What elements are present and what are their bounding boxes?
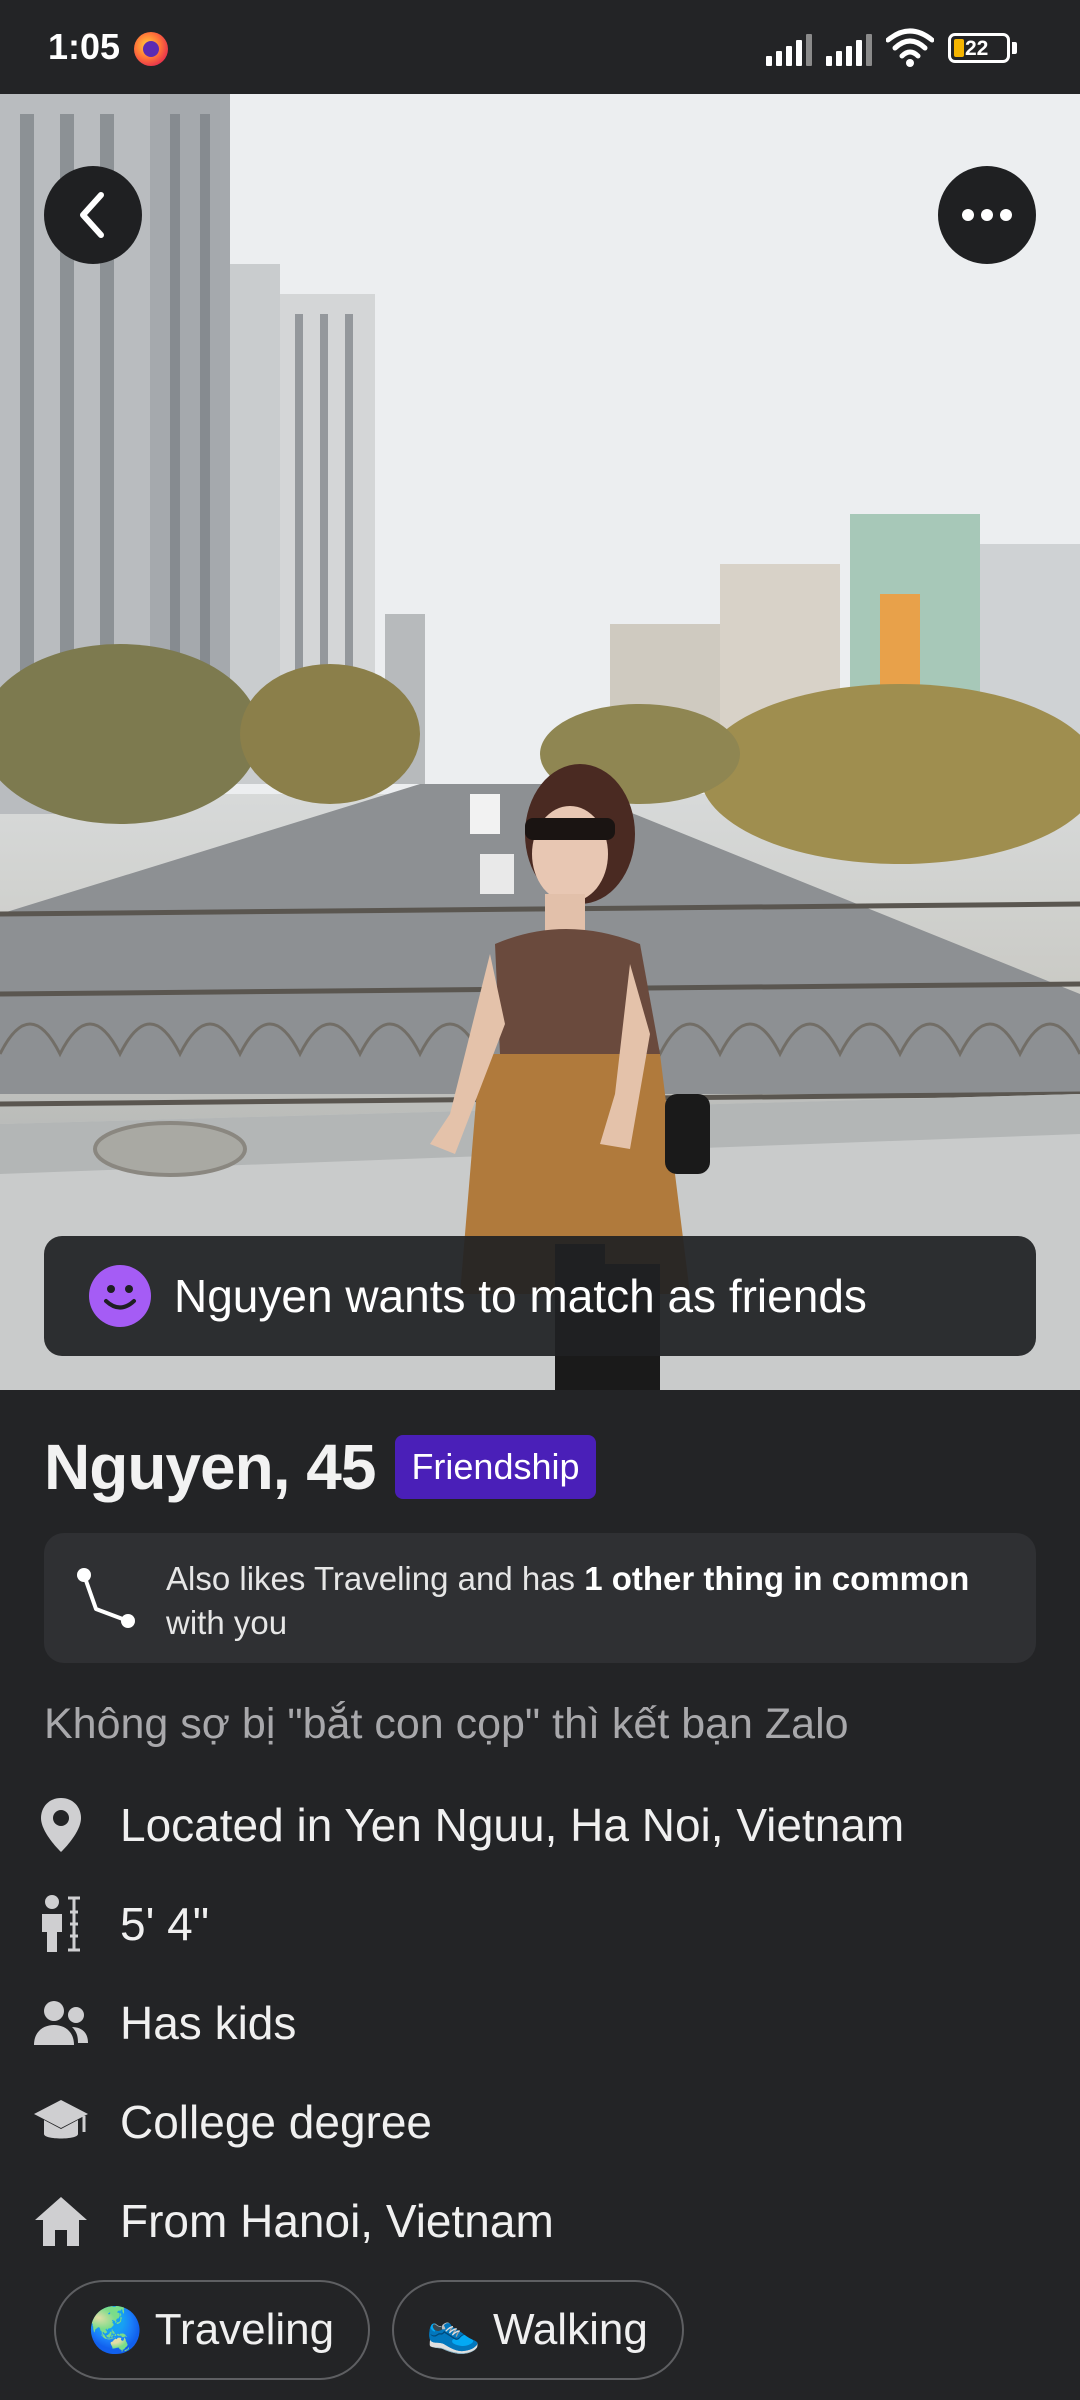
interest-chips: 🌏 Traveling 👟 Walking <box>54 2280 684 2380</box>
wifi-icon <box>886 28 934 67</box>
interest-chip-traveling[interactable]: 🌏 Traveling <box>54 2280 371 2380</box>
battery-level: 22 <box>965 37 989 60</box>
more-options-button[interactable] <box>938 166 1036 264</box>
home-icon <box>30 2190 92 2252</box>
interest-chip-label: Walking <box>492 2305 648 2354</box>
back-button[interactable] <box>44 166 142 264</box>
interest-chip-label: Traveling <box>154 2305 335 2354</box>
more-horizontal-icon <box>962 209 1012 221</box>
profile-name-age: Nguyen, 45 <box>44 1431 376 1503</box>
profile-photo[interactable]: Nguyen wants to match as friends <box>0 94 1080 1390</box>
profile-bio: Không sợ bị "bắt con cọp" thì kết bạn Za… <box>44 1700 849 1748</box>
match-banner: Nguyen wants to match as friends <box>44 1236 1036 1356</box>
battery-tip <box>1012 42 1017 54</box>
match-banner-text: Nguyen wants to match as friends <box>174 1270 867 1322</box>
height-icon <box>30 1893 92 1955</box>
detail-location-text: Located in Yen Nguu, Ha Noi, Vietnam <box>120 1799 905 1851</box>
status-time: 1:05 <box>48 26 121 67</box>
globe-icon: 🌏 <box>88 2305 143 2356</box>
detail-hometown: From Hanoi, Vietnam <box>30 2186 554 2256</box>
detail-height: 5' 4" <box>30 1889 209 1959</box>
sneaker-icon: 👟 <box>426 2305 481 2356</box>
detail-kids: Has kids <box>30 1988 296 2058</box>
battery-icon: 22 <box>948 33 1010 63</box>
detail-education: College degree <box>30 2087 432 2157</box>
common-interests-card[interactable]: Also likes Traveling and has 1 other thi… <box>44 1533 1036 1663</box>
profile-header: Nguyen, 45 Friendship <box>44 1430 596 1504</box>
connection-icon <box>77 1568 135 1628</box>
chevron-left-icon <box>80 192 104 238</box>
people-icon <box>30 1992 92 2054</box>
detail-location: Located in Yen Nguu, Ha Noi, Vietnam <box>30 1790 904 1860</box>
relationship-badge: Friendship <box>395 1435 596 1499</box>
signal-icon <box>826 30 872 66</box>
smile-icon <box>89 1265 151 1327</box>
location-pin-icon <box>30 1794 92 1856</box>
interest-chip-walking[interactable]: 👟 Walking <box>392 2280 684 2380</box>
common-interests-text: Also likes Traveling and has 1 other thi… <box>166 1560 970 1641</box>
detail-kids-text: Has kids <box>120 1997 297 2049</box>
photo-scene <box>0 94 1080 1390</box>
firefox-icon <box>134 32 168 66</box>
graduation-cap-icon <box>30 2091 92 2153</box>
detail-height-text: 5' 4" <box>120 1898 210 1950</box>
signal-icon <box>766 30 812 66</box>
detail-hometown-text: From Hanoi, Vietnam <box>120 2195 554 2247</box>
detail-education-text: College degree <box>120 2096 433 2148</box>
status-bar: 1:05 22 <box>0 0 1080 94</box>
